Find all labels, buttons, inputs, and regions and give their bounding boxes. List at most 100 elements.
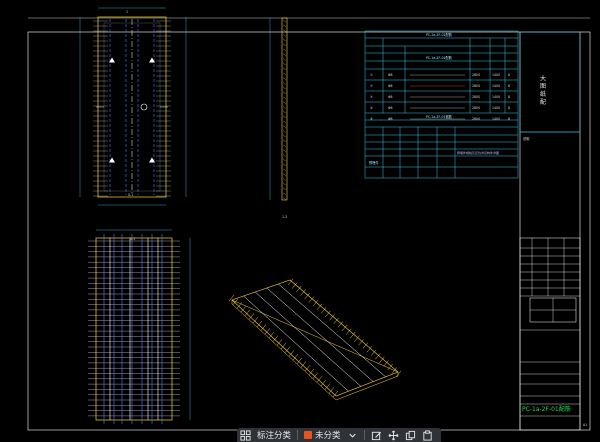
move-icon (388, 430, 398, 440)
embedded-note: 预埋件规格及定位详见构件详图 (457, 150, 499, 155)
section-hatch (282, 29, 287, 32)
section-hatch (282, 106, 287, 109)
rebar-plate-outline (95, 237, 173, 421)
schedule-cell-length: 2800 (472, 84, 480, 88)
edit-button[interactable] (368, 428, 385, 442)
schedule-cell-length: 2800 (472, 95, 480, 99)
title-block (519, 237, 581, 431)
schedule-title: PC-1a-2F-01配筋 (426, 32, 452, 37)
schedule-cell-id: ⑤ (370, 117, 373, 121)
notes-label: 说明 (523, 136, 529, 141)
section-hatch (282, 63, 287, 66)
section-hatch (282, 82, 287, 85)
section-hatch (282, 91, 287, 95)
edit-icon (371, 431, 381, 440)
section-hatch (282, 39, 287, 42)
section-hatch (282, 77, 287, 80)
schedule-cell-weight: 8 (508, 73, 510, 77)
annotation-classes-label: 标注分类 (257, 431, 292, 441)
section-hatch (282, 101, 287, 104)
schedule-cell-id: ③ (370, 95, 373, 99)
rebar-plan-view (88, 229, 191, 424)
section-hatch (282, 197, 287, 200)
section-hatch (282, 178, 287, 181)
copy-button[interactable] (402, 428, 419, 442)
plan-view (79, 7, 187, 206)
section-hatch (282, 163, 287, 167)
iso-strand (255, 291, 361, 387)
section-view (269, 17, 288, 201)
vertical-title: 大 图 纸 配 (539, 74, 546, 106)
class-select[interactable]: 未分类 (301, 428, 361, 442)
copy-icon (405, 430, 415, 440)
schedule-cell-bar: Φ8 (388, 73, 393, 77)
section-hatch (282, 67, 287, 71)
section-hatch (282, 72, 287, 75)
class-select-label: 未分类 (315, 431, 341, 441)
schedule-cell-length: 2800 (472, 73, 480, 77)
section-hatch (282, 192, 287, 195)
section-hatch (282, 159, 287, 162)
iso-plate-edge (231, 299, 399, 401)
section-hatch (282, 115, 287, 119)
schedule-cell-length: 2800 (472, 106, 480, 110)
schedule-cell-qty: 1400 (492, 84, 500, 88)
schedule-cell-weight: 8 (508, 95, 510, 99)
schedule-cell-weight: 8 (508, 106, 510, 110)
section-caption: 1-2 (282, 215, 287, 219)
section-hatch (282, 53, 287, 56)
section-hatch (282, 24, 287, 27)
isometric-view (228, 278, 402, 401)
schedule-cell-id: ④ (370, 106, 373, 110)
schedule-cell-qty: 1400 (492, 95, 500, 99)
iso-strand (266, 287, 374, 382)
section-hatch (282, 43, 287, 47)
title-block-frame (519, 237, 581, 431)
section-mark-top: 1 (126, 10, 128, 14)
section-hatch (282, 34, 287, 37)
plan-bottom-caption: X-1 (128, 193, 133, 197)
schedule-cell-bar: Φ8 (388, 106, 393, 110)
move-button[interactable] (385, 428, 402, 442)
section-hatch (282, 154, 287, 157)
schedule-cell-bar: Φ8 (388, 117, 393, 121)
schedule-cell-qty: 1400 (492, 73, 500, 77)
section-hatch (282, 130, 287, 133)
chevron-down-icon (348, 433, 356, 438)
class-color-swatch (304, 431, 313, 439)
schedule-cell-bar: Φ8 (388, 84, 393, 88)
section-hatch (282, 149, 287, 152)
drawing-number: PC-1a-2F-01配筋 (522, 405, 571, 413)
section-hatch (282, 96, 287, 99)
origin-symbol (140, 103, 148, 111)
schedule-cell-id: ① (370, 73, 373, 77)
schedule-cell-weight: 8 (508, 117, 510, 121)
schedule-cell-length: 2800 (472, 117, 480, 121)
grid-icon (240, 429, 251, 441)
embedded-label: 预埋件 (369, 160, 379, 165)
grid-button[interactable] (237, 428, 254, 442)
schedule-third-title: PC-1a-2F-01钢筋 (426, 114, 452, 119)
section-hatch (282, 187, 287, 191)
paste-button[interactable] (419, 428, 436, 442)
section-hatch (282, 19, 287, 23)
section-hatch (282, 58, 287, 61)
section-hatch (282, 111, 287, 114)
notes-block (519, 31, 581, 133)
schedule-secondary-title: PC-1a-2F-01配筋 (426, 55, 452, 60)
section-hatch (282, 168, 287, 171)
section-hatch (282, 173, 287, 176)
iso-plate-outline (231, 279, 399, 397)
annotation-classes-button[interactable]: 标注分类 (254, 428, 294, 442)
paste-icon (422, 429, 432, 441)
schedule-cell-weight: 8 (508, 84, 510, 88)
sheet-size: A1 (583, 423, 587, 427)
section-hatch (282, 87, 287, 90)
schedule-cell-qty: 1400 (492, 117, 500, 121)
toolbar-divider (297, 430, 299, 440)
cad-drawing-canvas[interactable]: 1 X-1 1-2 1-1 PC-1a-2F-01配筋 PC-1a-2F-01配… (0, 0, 600, 442)
schedule-cell-qty: 1400 (492, 106, 500, 110)
rebar-plan-caption: 1-1 (130, 237, 135, 241)
section-hatch (282, 139, 287, 143)
iso-tie-bar-left (228, 294, 235, 302)
